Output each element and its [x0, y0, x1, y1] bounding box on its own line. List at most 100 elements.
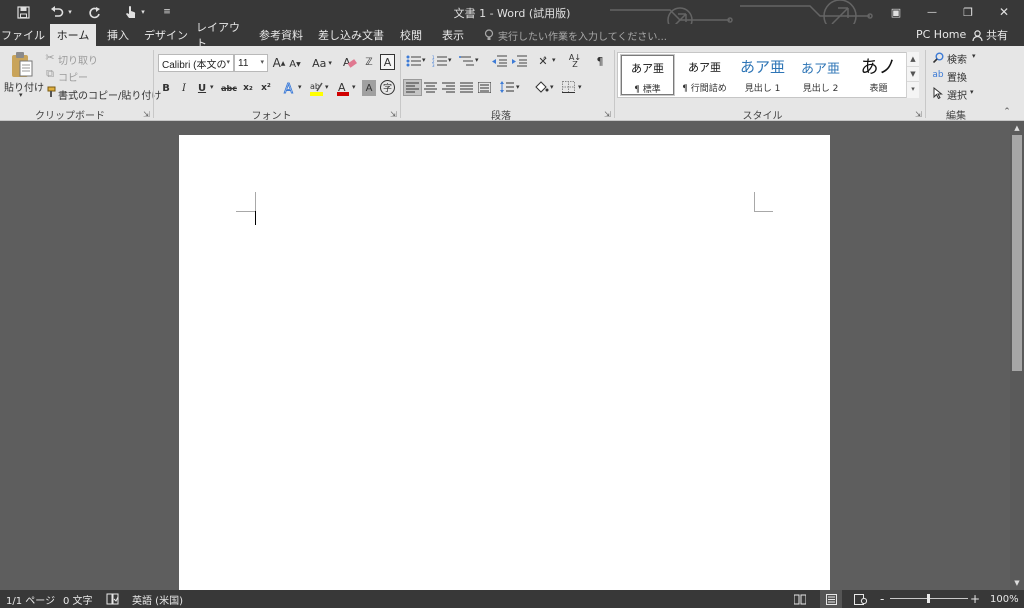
tab-references[interactable]: 参考資料: [254, 24, 308, 46]
numbering-icon[interactable]: 123: [431, 54, 447, 68]
document-page[interactable]: [179, 135, 830, 595]
borders-dropdown-icon[interactable]: ▾: [578, 83, 582, 91]
subscript-button[interactable]: x₂: [242, 81, 254, 95]
select-dropdown-icon[interactable]: ▾: [970, 88, 974, 96]
line-spacing-icon[interactable]: [499, 80, 514, 94]
highlight-icon[interactable]: ab: [308, 79, 324, 97]
grow-font-icon[interactable]: A ▲: [272, 55, 286, 71]
tab-design[interactable]: デザイン: [142, 24, 190, 46]
scroll-down-icon[interactable]: ▼: [1010, 577, 1024, 589]
superscript-button[interactable]: x²: [260, 81, 272, 95]
asian-layout-icon[interactable]: ✕̂: [535, 53, 551, 69]
line-spacing-dropdown-icon[interactable]: ▾: [516, 83, 520, 91]
font-color-dropdown-icon[interactable]: ▾: [352, 83, 356, 91]
gallery-more-icon[interactable]: ▾: [907, 82, 919, 97]
paste-button[interactable]: [8, 50, 36, 80]
show-formatting-marks-icon[interactable]: ¶: [593, 53, 607, 69]
print-layout-icon[interactable]: [820, 590, 842, 608]
scroll-thumb[interactable]: [1012, 135, 1022, 371]
clipboard-launcher-icon[interactable]: ⇲: [143, 110, 150, 119]
justify-icon[interactable]: [459, 80, 474, 94]
ribbon-display-options-button[interactable]: ▣: [878, 0, 914, 24]
find-dropdown-icon[interactable]: ▾: [972, 52, 976, 60]
zoom-slider-thumb[interactable]: [927, 594, 930, 603]
sort-icon[interactable]: A↓ Z: [567, 53, 583, 69]
shading-icon[interactable]: [533, 79, 549, 95]
close-button[interactable]: ✕: [986, 0, 1022, 24]
asian-layout-dropdown-icon[interactable]: ▾: [552, 56, 556, 64]
proofing-icon[interactable]: [106, 590, 119, 608]
change-case-button[interactable]: Aa ▾: [310, 55, 334, 71]
align-right-icon[interactable]: [441, 80, 456, 94]
align-left-icon[interactable]: [403, 79, 422, 96]
decrease-indent-icon[interactable]: [491, 54, 507, 68]
read-mode-icon[interactable]: [794, 590, 806, 608]
strikethrough-button[interactable]: abc: [220, 81, 238, 95]
font-size-combo[interactable]: 11 ▾: [234, 54, 268, 72]
enclose-characters-icon[interactable]: 字: [380, 80, 395, 95]
style-title[interactable]: あノ 表題: [852, 55, 905, 95]
style-normal[interactable]: あア亜 ¶ 標準: [620, 54, 675, 96]
tab-review[interactable]: 校閲: [394, 24, 428, 46]
bold-button[interactable]: B: [160, 81, 172, 95]
styles-launcher-icon[interactable]: ⇲: [915, 110, 922, 119]
underline-dropdown-icon[interactable]: ▾: [210, 83, 214, 91]
phonetic-guide-icon[interactable]: ℤ: [362, 54, 376, 70]
shrink-font-icon[interactable]: A ▼: [288, 56, 302, 72]
tab-layout[interactable]: レイアウト: [196, 21, 248, 50]
bullets-dropdown-icon[interactable]: ▾: [422, 56, 426, 64]
tab-insert[interactable]: 挿入: [100, 24, 136, 46]
text-effects-icon[interactable]: A: [282, 80, 298, 96]
character-shading-icon[interactable]: A: [362, 80, 376, 96]
shading-dropdown-icon[interactable]: ▾: [550, 83, 554, 91]
highlight-dropdown-icon[interactable]: ▾: [325, 83, 329, 91]
font-launcher-icon[interactable]: ⇲: [390, 110, 397, 119]
paragraph-launcher-icon[interactable]: ⇲: [604, 110, 611, 119]
italic-button[interactable]: I: [178, 81, 190, 95]
clear-formatting-icon[interactable]: A: [342, 54, 358, 70]
align-center-icon[interactable]: [423, 80, 438, 94]
web-layout-icon[interactable]: [854, 590, 867, 608]
format-painter-button[interactable]: 書式のコピー/貼り付け: [58, 87, 161, 102]
style-heading-1[interactable]: あア亜 見出し 1: [736, 55, 789, 95]
tell-me-box[interactable]: 実行したい作業を入力してください...: [484, 24, 667, 46]
vertical-scrollbar[interactable]: ▲ ▼: [1010, 121, 1024, 590]
zoom-level[interactable]: 100%: [990, 590, 1019, 608]
tab-file[interactable]: ファイル: [0, 24, 46, 46]
multilevel-dropdown-icon[interactable]: ▾: [475, 56, 479, 64]
copy-button[interactable]: コピー: [58, 69, 88, 84]
scroll-up-icon[interactable]: ▲: [1010, 122, 1024, 134]
borders-icon[interactable]: [561, 80, 576, 94]
minimize-button[interactable]: —: [914, 0, 950, 24]
gallery-up-icon[interactable]: ▲: [907, 52, 919, 67]
paste-dropdown-icon[interactable]: ▾: [19, 91, 23, 99]
zoom-out-button[interactable]: -: [880, 590, 884, 608]
language-indicator[interactable]: 英語 (米国): [132, 590, 183, 608]
cut-button[interactable]: 切り取り: [58, 52, 98, 67]
zoom-in-button[interactable]: +: [970, 590, 980, 608]
word-count[interactable]: 0 文字: [63, 590, 93, 608]
select-button[interactable]: 選択: [947, 87, 967, 102]
tab-view[interactable]: 表示: [434, 24, 472, 46]
increase-indent-icon[interactable]: [511, 54, 527, 68]
distributed-icon[interactable]: [477, 80, 492, 94]
underline-button[interactable]: U: [196, 81, 208, 95]
find-button[interactable]: 検索: [947, 51, 967, 66]
restore-button[interactable]: ❐: [950, 0, 986, 24]
text-effects-dropdown-icon[interactable]: ▾: [298, 83, 302, 91]
tab-home[interactable]: ホーム: [50, 24, 96, 46]
font-family-combo[interactable]: Calibri (本文の ▾: [158, 54, 234, 72]
tab-mailings[interactable]: 差し込み文書: [314, 24, 388, 46]
numbering-dropdown-icon[interactable]: ▾: [448, 56, 452, 64]
gallery-down-icon[interactable]: ▼: [907, 67, 919, 82]
account-name[interactable]: PC Home: [916, 28, 966, 41]
styles-gallery-scroll[interactable]: ▲ ▼ ▾: [906, 52, 919, 98]
font-color-icon[interactable]: A: [335, 79, 351, 97]
replace-button[interactable]: 置換: [947, 69, 967, 84]
collapse-ribbon-icon[interactable]: ⌃: [1000, 106, 1014, 118]
page-count[interactable]: 1/1 ページ: [6, 590, 55, 608]
bullets-icon[interactable]: [405, 54, 421, 68]
multilevel-list-icon[interactable]: [458, 54, 474, 68]
share-button[interactable]: 共有: [972, 24, 1008, 46]
style-heading-2[interactable]: あア亜 見出し 2: [794, 55, 847, 95]
